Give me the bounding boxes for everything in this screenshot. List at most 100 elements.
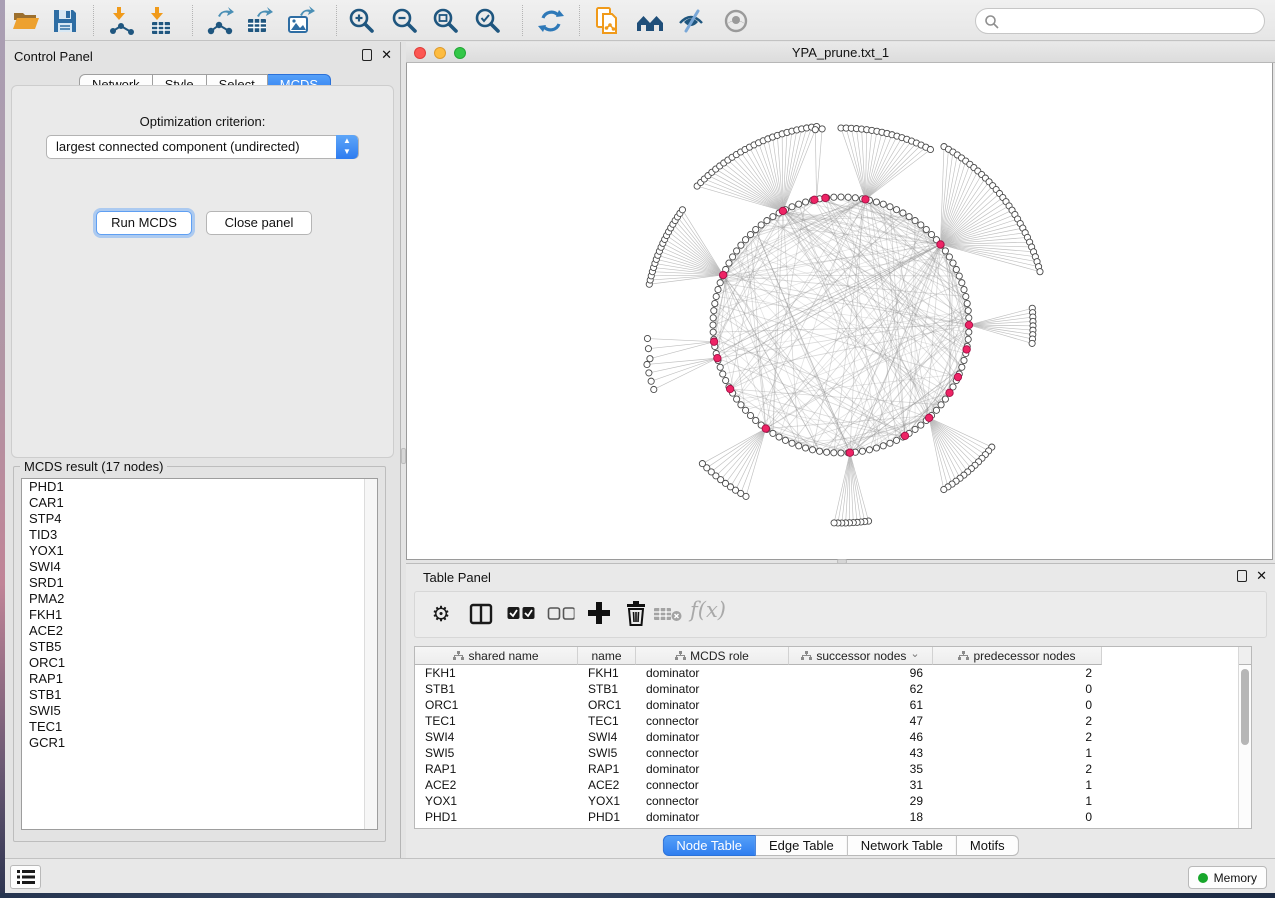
column-header-predecessor-nodes[interactable]: predecessor nodes — [933, 647, 1102, 665]
table-row[interactable]: STB1STB1dominator620 — [415, 681, 1102, 697]
column-selector-icon[interactable] — [469, 602, 493, 631]
add-column-icon[interactable] — [586, 600, 612, 631]
export-network-icon[interactable] — [205, 6, 235, 36]
network-node[interactable] — [789, 440, 795, 446]
zoom-selected-icon[interactable] — [472, 6, 502, 36]
network-canvas[interactable] — [406, 63, 1273, 560]
float-panel-icon[interactable] — [1237, 570, 1247, 582]
dominator-node[interactable] — [822, 194, 829, 201]
network-node[interactable] — [918, 222, 924, 228]
network-node[interactable] — [961, 286, 967, 292]
network-node[interactable] — [812, 127, 818, 133]
network-node[interactable] — [956, 273, 962, 279]
network-node[interactable] — [873, 199, 879, 205]
network-node[interactable] — [819, 126, 825, 132]
dominator-node[interactable] — [846, 449, 853, 456]
vertical-splitter-handle[interactable] — [401, 448, 406, 464]
network-node[interactable] — [923, 226, 929, 232]
mcds-result-item[interactable]: STB1 — [22, 687, 377, 703]
network-node[interactable] — [831, 450, 837, 456]
first-neighbors-icon[interactable] — [635, 6, 665, 36]
mcds-result-item[interactable]: SWI4 — [22, 559, 377, 575]
dominator-node[interactable] — [954, 373, 961, 380]
clone-network-icon[interactable] — [593, 6, 623, 36]
network-node[interactable] — [942, 248, 948, 254]
network-node[interactable] — [747, 231, 753, 237]
network-node[interactable] — [717, 364, 723, 370]
mcds-result-item[interactable]: RAP1 — [22, 671, 377, 687]
network-node[interactable] — [953, 266, 959, 272]
network-node[interactable] — [831, 194, 837, 200]
zoom-out-icon[interactable] — [389, 6, 419, 36]
network-node[interactable] — [887, 204, 893, 210]
network-node[interactable] — [730, 254, 736, 260]
network-node[interactable] — [816, 448, 822, 454]
network-titlebar[interactable]: YPA_prune.txt_1 — [406, 42, 1275, 63]
mcds-result-item[interactable]: PMA2 — [22, 591, 377, 607]
network-node[interactable] — [809, 447, 815, 453]
network-node[interactable] — [770, 430, 776, 436]
network-node[interactable] — [900, 210, 906, 216]
import-table-icon[interactable] — [145, 6, 175, 36]
network-node[interactable] — [950, 260, 956, 266]
network-node[interactable] — [747, 412, 753, 418]
table-settings-gear-icon[interactable]: ⚙ — [432, 602, 451, 628]
dominator-node[interactable] — [710, 338, 717, 345]
zoom-in-icon[interactable] — [346, 6, 376, 36]
tab-network-table[interactable]: Network Table — [848, 835, 957, 856]
network-node[interactable] — [651, 386, 657, 392]
export-image-icon[interactable] — [285, 6, 315, 36]
dominator-node[interactable] — [714, 354, 721, 361]
network-node[interactable] — [734, 396, 740, 402]
table-row[interactable]: SWI5SWI5connector431 — [415, 745, 1102, 761]
network-node[interactable] — [789, 204, 795, 210]
network-node[interactable] — [699, 460, 705, 466]
deselect-all-rows-icon[interactable] — [548, 607, 575, 625]
float-panel-icon[interactable] — [362, 49, 372, 61]
network-node[interactable] — [723, 377, 729, 383]
network-node[interactable] — [802, 199, 808, 205]
network-node[interactable] — [880, 201, 886, 207]
column-header-MCDS-role[interactable]: MCDS role — [636, 647, 789, 665]
network-node[interactable] — [1037, 269, 1043, 275]
dominator-node[interactable] — [779, 207, 786, 214]
network-node[interactable] — [796, 201, 802, 207]
network-node[interactable] — [959, 280, 965, 286]
table-row[interactable]: RAP1RAP1dominator352 — [415, 761, 1102, 777]
network-node[interactable] — [965, 308, 971, 314]
network-node[interactable] — [966, 329, 972, 335]
mcds-result-item[interactable]: STP4 — [22, 511, 377, 527]
close-panel-button[interactable]: Close panel — [206, 211, 312, 235]
mcds-list-scrollbar[interactable] — [364, 479, 377, 829]
network-node[interactable] — [946, 254, 952, 260]
network-node[interactable] — [880, 443, 886, 449]
mcds-result-item[interactable]: TEC1 — [22, 719, 377, 735]
network-node[interactable] — [645, 346, 651, 352]
network-node[interactable] — [887, 440, 893, 446]
table-row[interactable]: ACE2ACE2connector311 — [415, 777, 1102, 793]
open-file-icon[interactable] — [11, 6, 41, 36]
mcds-result-item[interactable]: PHD1 — [22, 479, 377, 495]
dominator-node[interactable] — [862, 196, 869, 203]
network-node[interactable] — [782, 437, 788, 443]
network-node[interactable] — [966, 315, 972, 321]
network-node[interactable] — [770, 214, 776, 220]
network-node[interactable] — [734, 248, 740, 254]
network-node[interactable] — [738, 242, 744, 248]
dominator-node[interactable] — [726, 385, 733, 392]
network-node[interactable] — [938, 402, 944, 408]
network-node[interactable] — [742, 407, 748, 413]
network-node[interactable] — [963, 293, 969, 299]
hide-selected-icon[interactable] — [676, 6, 706, 36]
select-all-rows-icon[interactable] — [508, 607, 535, 625]
mcds-result-item[interactable]: ACE2 — [22, 623, 377, 639]
mcds-result-item[interactable]: CAR1 — [22, 495, 377, 511]
mcds-result-list[interactable]: PHD1CAR1STP4TID3YOX1SWI4SRD1PMA2FKH1ACE2… — [21, 478, 378, 830]
network-node[interactable] — [648, 378, 654, 384]
network-node[interactable] — [715, 286, 721, 292]
network-node[interactable] — [831, 520, 837, 526]
table-row[interactable]: TEC1TEC1connector472 — [415, 713, 1102, 729]
network-node[interactable] — [710, 322, 716, 328]
save-session-icon[interactable] — [50, 6, 80, 36]
table-row[interactable]: YOX1YOX1connector291 — [415, 793, 1102, 809]
